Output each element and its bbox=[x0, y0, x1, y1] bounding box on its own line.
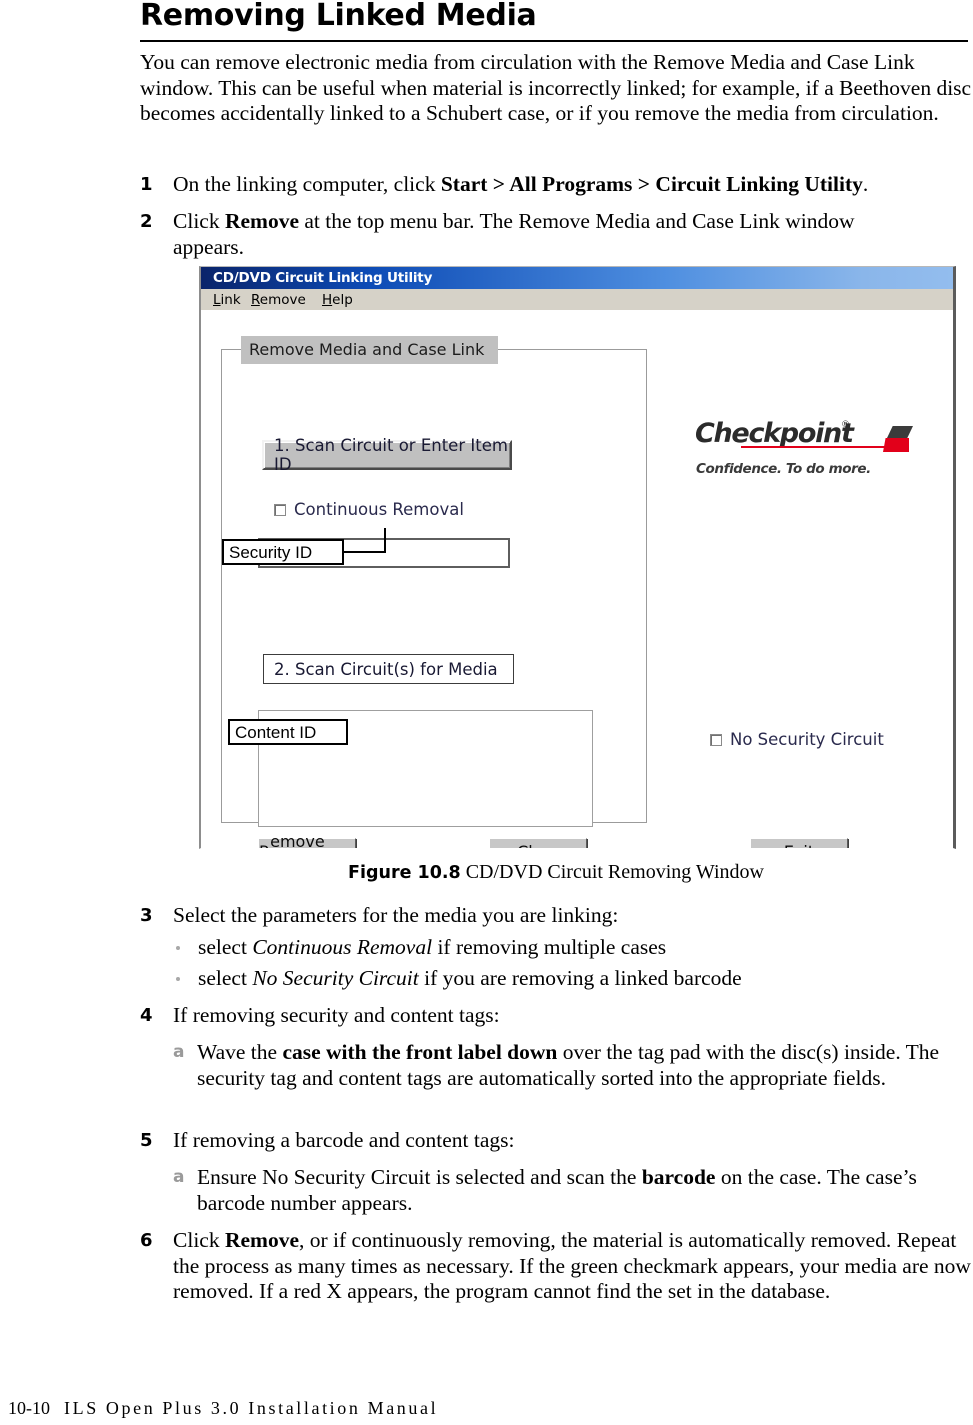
clear-rest: lear bbox=[528, 842, 559, 849]
step-5-text: If removing a barcode and content tags: bbox=[173, 1128, 515, 1152]
step-6-text: Click Remove, or if continuously removin… bbox=[173, 1228, 972, 1305]
groupbox-legend: Remove Media and Case Link bbox=[241, 336, 499, 364]
step-4a: a Wave the case with the front label dow… bbox=[140, 1040, 972, 1091]
step-3-text: Select the parameters for the media you … bbox=[173, 903, 619, 927]
step-4-text: If removing security and content tags: bbox=[173, 1003, 500, 1027]
app-client-area: Remove Media and Case Link 1. Scan Circu… bbox=[201, 310, 953, 848]
step-4-number: 4 bbox=[140, 1005, 153, 1026]
logo-red-rule bbox=[741, 446, 891, 448]
step-1-text: On the linking computer, click Start > A… bbox=[173, 172, 972, 198]
exit-mnemonic: x bbox=[794, 842, 803, 849]
bullet-2-tail: if you are removing a linked barcode bbox=[418, 966, 742, 990]
bullet-continuous-removal: select Continuous Removal if removing mu… bbox=[140, 935, 972, 961]
footer-page-number: 10-10 bbox=[8, 1398, 50, 1418]
menu-item-remove[interactable]: Remove bbox=[251, 292, 306, 308]
bullet-no-security-circuit: select No Security Circuit if you are re… bbox=[140, 966, 972, 992]
step-5a-lead: Ensure No Security Circuit is selected a… bbox=[197, 1165, 642, 1189]
footer-manual-title: ILS Open Plus 3.0 Installation Manual bbox=[64, 1398, 439, 1418]
bullet-2-italic: No Security Circuit bbox=[252, 966, 419, 990]
figure-caption: Figure 10.8 CD/DVD Circuit Removing Wind… bbox=[140, 861, 972, 884]
clear-mnemonic: C bbox=[517, 842, 528, 849]
security-id-leader-vertical bbox=[384, 528, 386, 553]
step-4a-bold: case with the front label down bbox=[282, 1040, 558, 1064]
page-title: Removing Linked Media bbox=[140, 0, 537, 33]
bullet-1-italic: Continuous Removal bbox=[252, 935, 433, 959]
step-2-lead: Click bbox=[173, 209, 225, 233]
step-1-tail: . bbox=[862, 172, 869, 196]
page-footer: 10-10 ILS Open Plus 3.0 Installation Manu… bbox=[8, 1398, 438, 1419]
step-1-bold: Start > All Programs > Circuit Linking U… bbox=[440, 172, 863, 196]
checkpoint-wordmark: Checkpoint bbox=[695, 418, 854, 449]
step-4a-lead: Wave the bbox=[197, 1040, 283, 1064]
remove-link-rest: emove Link bbox=[270, 832, 325, 849]
step-5a-text: Ensure No Security Circuit is selected a… bbox=[197, 1165, 972, 1216]
exit-pre: E bbox=[784, 842, 794, 849]
step-1-number: 1 bbox=[140, 174, 153, 195]
step-6-bold: Remove bbox=[224, 1228, 299, 1252]
continuous-removal-checkbox-row[interactable]: Continuous Removal bbox=[274, 500, 464, 519]
app-title-text: CD/DVD Circuit Linking Utility bbox=[213, 270, 433, 286]
step-6-lead: Click bbox=[173, 1228, 225, 1252]
step-5a-letter: a bbox=[173, 1167, 185, 1187]
step-1-lead: On the linking computer, click bbox=[173, 172, 441, 196]
step-3: 3 Select the parameters for the media yo… bbox=[140, 903, 972, 929]
exit-button[interactable]: Exit bbox=[750, 838, 848, 849]
no-security-circuit-checkbox-row[interactable]: No Security Circuit bbox=[710, 730, 884, 749]
bullet-dot-icon bbox=[176, 977, 180, 981]
step-5a: a Ensure No Security Circuit is selected… bbox=[140, 1165, 972, 1216]
app-titlebar: CD/DVD Circuit Linking Utility bbox=[201, 267, 953, 289]
remove-link-button[interactable]: Remove Link bbox=[258, 832, 356, 849]
checkpoint-logo: Checkpoint ® Confidence. To do more. bbox=[695, 418, 915, 478]
title-divider bbox=[140, 40, 968, 42]
continuous-removal-label: Continuous Removal bbox=[294, 500, 464, 519]
security-id-leader-horizontal bbox=[344, 551, 386, 553]
step-3-number: 3 bbox=[140, 905, 153, 926]
checkbox-icon[interactable] bbox=[710, 733, 722, 746]
step-5-number: 5 bbox=[140, 1130, 153, 1151]
menu-remove-mnemonic: R bbox=[251, 292, 260, 308]
menu-link-rest: ink bbox=[220, 292, 241, 308]
menu-remove-rest: emove bbox=[259, 292, 306, 308]
menu-link-mnemonic: L bbox=[213, 292, 221, 308]
remove-link-mnemonic: R bbox=[259, 842, 270, 849]
menu-item-link[interactable]: Link bbox=[213, 292, 241, 308]
exit-rest: it bbox=[803, 842, 814, 849]
step-6: 6 Click Remove, or if continuously remov… bbox=[140, 1228, 972, 1305]
logo-flag-dark-icon bbox=[887, 426, 913, 438]
bullet-1-lead: select bbox=[198, 935, 253, 959]
figure-caption-text: CD/DVD Circuit Removing Window bbox=[460, 861, 764, 883]
bullet-2-lead: select bbox=[198, 966, 253, 990]
step-4a-text: Wave the case with the front label down … bbox=[197, 1040, 972, 1091]
step-5: 5 If removing a barcode and content tags… bbox=[140, 1128, 972, 1154]
step-2-number: 2 bbox=[140, 211, 153, 232]
clear-button[interactable]: Clear bbox=[489, 838, 587, 849]
bullet-dot-icon bbox=[176, 946, 180, 950]
step-4a-letter: a bbox=[173, 1042, 185, 1062]
checkbox-icon[interactable] bbox=[274, 503, 286, 516]
intro-paragraph: You can remove electronic media from cir… bbox=[140, 50, 972, 125]
step-2: 2 Click Remove at the top menu bar. The … bbox=[140, 209, 930, 260]
no-security-circuit-label: No Security Circuit bbox=[730, 730, 884, 749]
step-2-bold: Remove bbox=[224, 209, 299, 233]
bullet-2-text: select No Security Circuit if you are re… bbox=[198, 966, 972, 992]
scan-circuits-for-media-banner[interactable]: 2. Scan Circuit(s) for Media bbox=[263, 654, 514, 684]
bullet-1-tail: if removing multiple cases bbox=[432, 935, 667, 959]
registered-trademark-icon: ® bbox=[841, 420, 850, 430]
callout-security-id: Security ID bbox=[222, 539, 344, 565]
menu-item-help[interactable]: Help bbox=[322, 292, 353, 308]
logo-flag-red-icon bbox=[883, 438, 909, 452]
menu-help-rest: elp bbox=[332, 292, 353, 308]
step-1: 1 On the linking computer, click Start >… bbox=[140, 172, 972, 198]
step-4: 4 If removing security and content tags: bbox=[140, 1003, 972, 1029]
checkpoint-tagline: Confidence. To do more. bbox=[696, 461, 871, 477]
figure-label: Figure 10.8 bbox=[348, 863, 461, 883]
app-menubar: Link Remove Help bbox=[201, 289, 953, 311]
callout-content-id: Content ID bbox=[228, 719, 348, 745]
scan-circuit-or-enter-item-id-banner[interactable]: 1. Scan Circuit or Enter Item ID bbox=[262, 436, 512, 474]
step-6-number: 6 bbox=[140, 1230, 153, 1251]
step-5a-bold: barcode bbox=[641, 1165, 716, 1189]
menu-help-mnemonic: H bbox=[322, 292, 333, 308]
step-2-text: Click Remove at the top menu bar. The Re… bbox=[173, 209, 930, 260]
bullet-1-text: select Continuous Removal if removing mu… bbox=[198, 935, 972, 961]
